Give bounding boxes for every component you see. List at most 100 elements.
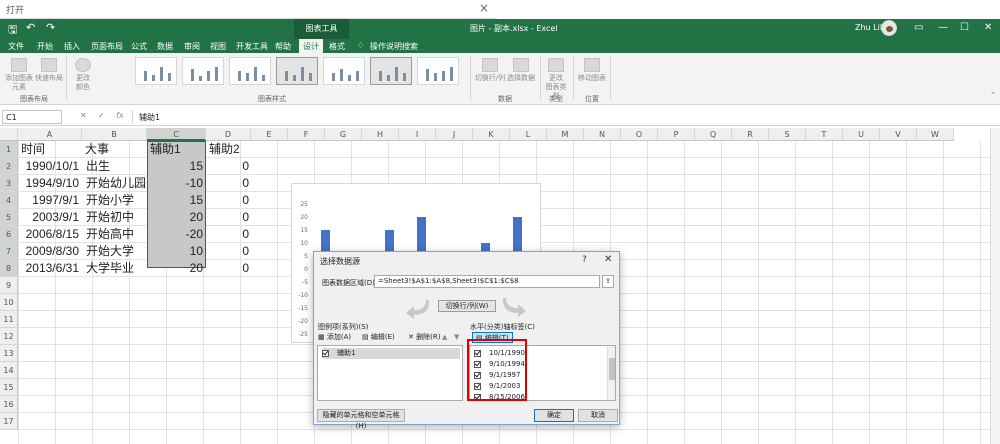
- column-header-j[interactable]: J: [436, 128, 473, 141]
- ribbon-display-icon[interactable]: ▭: [914, 22, 923, 33]
- row-header-17[interactable]: 17: [0, 413, 18, 430]
- edit-series-button[interactable]: ▤ 编辑(E): [362, 332, 395, 343]
- column-header-t[interactable]: T: [806, 128, 843, 141]
- chart-style-4[interactable]: [276, 57, 318, 85]
- cell-d2[interactable]: 0: [207, 158, 252, 175]
- column-header-q[interactable]: Q: [695, 128, 732, 141]
- help-icon[interactable]: ?: [582, 255, 587, 265]
- tab-format[interactable]: 格式: [329, 41, 345, 52]
- redo-icon[interactable]: ↷: [46, 21, 55, 34]
- cell-d5[interactable]: 0: [207, 209, 252, 226]
- hidden-empty-cells-button[interactable]: 隐藏的单元格和空单元格(H): [317, 409, 405, 430]
- series-item[interactable]: 辅助1: [322, 348, 460, 359]
- tab-page-layout[interactable]: 页面布局: [91, 41, 123, 52]
- close-icon[interactable]: ×: [479, 1, 489, 15]
- select-data-button[interactable]: 选择数据: [506, 58, 536, 83]
- cell-a4[interactable]: 1997/9/1: [19, 192, 82, 209]
- tab-home[interactable]: 开始: [37, 41, 53, 52]
- chart-style-2[interactable]: [182, 57, 224, 85]
- tab-insert[interactable]: 插入: [64, 41, 80, 52]
- column-header-s[interactable]: S: [769, 128, 806, 141]
- switch-row-column-dialog-button[interactable]: 切换行/列(W): [438, 300, 496, 312]
- row-header-8[interactable]: 8: [0, 260, 18, 277]
- chart-style-5[interactable]: [323, 57, 365, 85]
- row-header-5[interactable]: 5: [0, 209, 18, 226]
- column-header-h[interactable]: H: [362, 128, 399, 141]
- column-header-b[interactable]: B: [82, 128, 147, 141]
- row-header-11[interactable]: 11: [0, 311, 18, 328]
- column-header-g[interactable]: G: [325, 128, 362, 141]
- cell-b2[interactable]: 出生: [84, 158, 146, 175]
- tab-formulas[interactable]: 公式: [131, 41, 147, 52]
- column-header-n[interactable]: N: [584, 128, 621, 141]
- close-window-icon[interactable]: ✕: [984, 22, 992, 33]
- vertical-scrollbar[interactable]: [990, 128, 1000, 444]
- fx-icon[interactable]: fx: [116, 111, 124, 120]
- row-header-3[interactable]: 3: [0, 175, 18, 192]
- select-all-corner[interactable]: [0, 128, 18, 141]
- column-header-r[interactable]: R: [732, 128, 769, 141]
- column-header-m[interactable]: M: [547, 128, 584, 141]
- collapse-ribbon-icon[interactable]: ⌃: [990, 91, 996, 99]
- avatar[interactable]: [881, 20, 897, 36]
- move-down-icon[interactable]: ▼: [454, 332, 459, 343]
- cell-c7[interactable]: 10: [148, 243, 206, 260]
- row-header-15[interactable]: 15: [0, 379, 18, 396]
- tab-file[interactable]: 文件: [8, 41, 24, 52]
- cell-b1[interactable]: 大事: [83, 141, 146, 158]
- row-header-12[interactable]: 12: [0, 328, 18, 345]
- chart-style-6[interactable]: [370, 57, 412, 85]
- tell-me-search[interactable]: 操作说明搜索: [370, 41, 418, 52]
- column-header-k[interactable]: K: [473, 128, 510, 141]
- chart-style-1[interactable]: [135, 57, 177, 85]
- cell-d4[interactable]: 0: [207, 192, 252, 209]
- cell-b7[interactable]: 开始大学: [84, 243, 146, 260]
- move-up-icon[interactable]: ▲: [442, 332, 447, 343]
- cell-c8[interactable]: 20: [148, 260, 206, 277]
- cancel-button[interactable]: 取消: [578, 409, 618, 422]
- checkbox-icon[interactable]: [322, 349, 329, 357]
- tab-view[interactable]: 视图: [210, 41, 226, 52]
- switch-row-column-button[interactable]: 切换行/列: [474, 58, 506, 83]
- cell-b8[interactable]: 大学毕业: [84, 260, 146, 277]
- cell-d1[interactable]: 辅助2: [207, 141, 252, 158]
- cancel-icon[interactable]: ✕: [80, 111, 87, 120]
- collapse-dialog-icon[interactable]: ⇪: [602, 275, 614, 288]
- row-header-4[interactable]: 4: [0, 192, 18, 209]
- column-header-e[interactable]: E: [251, 128, 288, 141]
- column-header-u[interactable]: U: [843, 128, 880, 141]
- remove-series-button[interactable]: ✕ 删除(R): [408, 332, 440, 343]
- row-header-2[interactable]: 2: [0, 158, 18, 175]
- cell-a7[interactable]: 2009/8/30: [19, 243, 82, 260]
- chart-style-7[interactable]: [417, 57, 459, 85]
- cell-c2[interactable]: 15: [148, 158, 206, 175]
- save-icon[interactable]: 🖫: [8, 21, 17, 40]
- list-scrollbar[interactable]: [607, 346, 615, 400]
- tab-design[interactable]: 设计: [299, 39, 323, 53]
- change-colors-button[interactable]: 更改 颜色: [70, 58, 96, 92]
- add-chart-element-button[interactable]: 添加图表 元素: [4, 58, 34, 92]
- cell-b4[interactable]: 开始小学: [84, 192, 146, 209]
- row-header-16[interactable]: 16: [0, 396, 18, 413]
- column-header-f[interactable]: F: [288, 128, 325, 141]
- column-header-l[interactable]: L: [510, 128, 547, 141]
- chart-style-3[interactable]: [229, 57, 271, 85]
- cell-a2[interactable]: 1990/10/1: [19, 158, 82, 175]
- ok-button[interactable]: 确定: [534, 409, 574, 422]
- quick-layout-button[interactable]: 快速布局: [34, 58, 64, 83]
- row-header-14[interactable]: 14: [0, 362, 18, 379]
- column-header-i[interactable]: I: [399, 128, 436, 141]
- row-header-13[interactable]: 13: [0, 345, 18, 362]
- tab-developer[interactable]: 开发工具: [236, 41, 268, 52]
- row-header-7[interactable]: 7: [0, 243, 18, 260]
- series-list[interactable]: 辅助1: [317, 345, 463, 401]
- formula-input[interactable]: 辅助1: [132, 110, 994, 124]
- cell-b5[interactable]: 开始初中: [84, 209, 146, 226]
- cell-c4[interactable]: 15: [148, 192, 206, 209]
- maximize-icon[interactable]: ☐: [960, 22, 969, 33]
- enter-icon[interactable]: ✓: [98, 111, 105, 120]
- scroll-thumb[interactable]: [609, 358, 615, 380]
- cell-b6[interactable]: 开始高中: [84, 226, 146, 243]
- cell-a1[interactable]: 时间: [19, 141, 82, 158]
- column-header-d[interactable]: D: [206, 128, 251, 141]
